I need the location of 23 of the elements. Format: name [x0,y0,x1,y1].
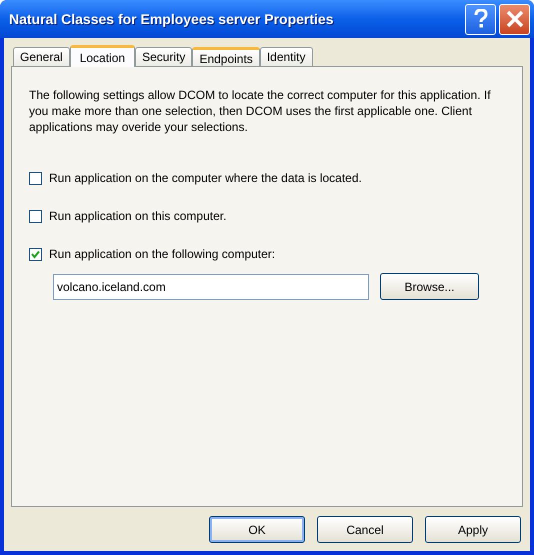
window-title: Natural Classes for Employees server Properties [9,10,334,29]
option-label: Run application on the following computer: [49,246,276,263]
close-icon [506,10,524,28]
option-label: Run application on the computer where the data is located. [49,170,362,187]
option-label: Run application on this computer. [49,208,226,225]
browse-button[interactable]: Browse... [380,273,479,300]
computer-input-field[interactable]: volcano.iceland.com [53,274,369,300]
checkmark-icon [31,250,40,258]
checkbox[interactable] [29,172,42,184]
tab[interactable]: Identity [260,47,313,66]
description-text: The following settings allow DCOM to locate the correct computer for this application. If you make more than one selection, then DCOM uses the first applicable one. Client applications may overide your selections. [29,87,492,135]
dialog-button[interactable]: Cancel [317,516,413,543]
dialog-button[interactable]: Apply [425,516,521,543]
tab[interactable]: Location [70,45,136,67]
tab[interactable]: General [13,47,70,66]
checkbox[interactable] [29,248,42,260]
tab[interactable]: Security [135,47,192,66]
checkbox[interactable] [29,210,42,222]
help-icon [474,9,488,29]
tab[interactable]: Endpoints [192,47,260,66]
help-button[interactable] [465,4,496,34]
dialog-button[interactable]: OK [209,516,305,543]
close-button[interactable] [499,4,530,34]
